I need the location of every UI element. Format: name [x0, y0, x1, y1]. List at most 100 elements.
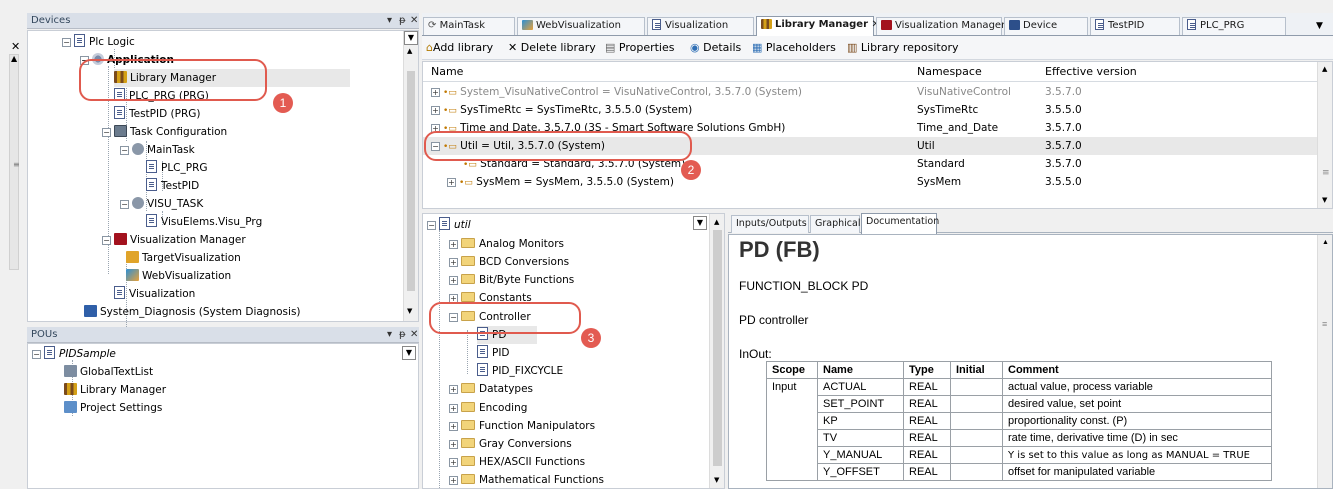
- expand-icon[interactable]: +: [449, 276, 458, 285]
- tree-node-maintask[interactable]: − MainTask: [120, 141, 195, 159]
- tree-node-globaltextlist[interactable]: GlobalTextList: [64, 363, 153, 381]
- scroll-thumb[interactable]: [713, 230, 722, 466]
- tab-device[interactable]: Device: [1004, 17, 1088, 35]
- add-library-button[interactable]: ⌂Add library: [426, 36, 493, 60]
- side-splitter-grip[interactable]: ≡: [13, 160, 20, 169]
- tab-documentation[interactable]: Documentation: [861, 213, 939, 234]
- tab-library-manager[interactable]: Library Manager ✕: [756, 16, 880, 36]
- doc-section-inout: InOut:: [739, 347, 772, 361]
- scroll-up-icon[interactable]: ▲: [714, 218, 719, 226]
- scroll-up-icon[interactable]: ▲: [1322, 65, 1327, 73]
- expand-icon[interactable]: +: [449, 404, 458, 413]
- tree-node-pid-fixcycle[interactable]: PID_FIXCYCLE: [477, 362, 563, 380]
- table-row[interactable]: + •▭ System_VisuNativeControl = VisuNativ…: [423, 83, 1317, 101]
- tab-plc-prg[interactable]: PLC_PRG: [1182, 17, 1286, 35]
- library-repository-button[interactable]: ▥ Library repository: [847, 36, 958, 60]
- col-header-version[interactable]: Effective version: [1045, 62, 1137, 82]
- tree-node-hex-ascii-functions[interactable]: + HEX/ASCII Functions: [449, 453, 585, 471]
- tree-node-datatypes[interactable]: + Datatypes: [449, 380, 533, 398]
- expand-icon[interactable]: +: [449, 422, 458, 431]
- tab-list-dropdown-icon[interactable]: ▼: [1316, 21, 1323, 31]
- tree-node-pou-library-manager[interactable]: Library Manager: [64, 381, 166, 399]
- pane-menu-icon[interactable]: ▾: [387, 13, 392, 28]
- scroll-thumb[interactable]: [407, 71, 415, 291]
- tree-node-pid[interactable]: PID: [477, 344, 510, 362]
- side-scroll-up-icon[interactable]: ▲: [11, 54, 17, 63]
- library-table-scrollbar[interactable]: ▲ ≡ ▼: [1317, 62, 1332, 208]
- tree-node-visuelems[interactable]: VisuElems.Visu_Prg: [146, 213, 262, 231]
- tree-node-visualization[interactable]: Visualization: [114, 285, 195, 303]
- table-row[interactable]: + •▭ SysTimeRtc = SysTimeRtc, 3.5.5.0 (Sy…: [423, 101, 1317, 119]
- side-close-icon[interactable]: ✕: [11, 40, 20, 53]
- tab-visualization-manager[interactable]: Visualization Manager: [876, 17, 1005, 35]
- expand-icon[interactable]: +: [449, 385, 458, 394]
- tree-node-util-root[interactable]: − util: [427, 216, 471, 234]
- tree-node-maintask-plc-prg[interactable]: PLC_PRG: [146, 159, 208, 177]
- tree-node-visu-task[interactable]: − VISU_TASK: [120, 195, 203, 213]
- close-icon[interactable]: ✕: [410, 13, 418, 28]
- tree-node-maintask-testpid[interactable]: TestPID: [146, 177, 199, 195]
- scroll-grip-icon[interactable]: ≡: [1322, 168, 1330, 178]
- tree-node-encoding[interactable]: + Encoding: [449, 399, 527, 417]
- collapse-icon[interactable]: −: [32, 350, 41, 359]
- tree-node-analog-monitors[interactable]: + Analog Monitors: [449, 235, 564, 253]
- util-scrollbar[interactable]: ▲ ▼: [709, 214, 724, 488]
- pin-icon[interactable]: ᵽ: [399, 327, 406, 342]
- expand-icon[interactable]: +: [431, 106, 440, 115]
- expand-icon[interactable]: +: [449, 476, 458, 485]
- properties-button[interactable]: ▤ Properties: [605, 36, 674, 60]
- tab-graphical[interactable]: Graphical: [810, 215, 860, 233]
- scroll-down-icon[interactable]: ▼: [407, 307, 412, 315]
- tree-node-project-settings[interactable]: Project Settings: [64, 399, 162, 417]
- pin-icon[interactable]: ᵽ: [399, 13, 406, 28]
- scroll-down-icon[interactable]: ▼: [714, 476, 719, 484]
- tree-node-system-diagnosis[interactable]: System_Diagnosis (System Diagnosis): [84, 303, 301, 321]
- scroll-up-icon[interactable]: ▲: [1322, 239, 1329, 246]
- tree-node-mathematical-functions[interactable]: + Mathematical Functions: [449, 471, 604, 489]
- col-header-namespace[interactable]: Namespace: [917, 62, 982, 82]
- expand-icon[interactable]: +: [449, 458, 458, 467]
- tree-node-bit-byte-functions[interactable]: + Bit/Byte Functions: [449, 271, 574, 289]
- collapse-icon[interactable]: −: [120, 146, 129, 155]
- expand-icon[interactable]: +: [449, 440, 458, 449]
- tree-node-targetvisualization[interactable]: TargetVisualization: [126, 249, 241, 267]
- expand-icon[interactable]: +: [449, 258, 458, 267]
- collapse-icon[interactable]: −: [427, 221, 436, 230]
- close-icon[interactable]: ✕: [410, 327, 418, 342]
- tree-node-pidsample[interactable]: − PIDSample: [32, 345, 116, 363]
- scroll-down-icon[interactable]: ▼: [1322, 196, 1327, 204]
- scroll-grip-icon[interactable]: ≡: [1322, 319, 1327, 329]
- tree-node-task-configuration[interactable]: − Task Configuration: [102, 123, 227, 141]
- placeholders-button[interactable]: ▦ Placeholders: [752, 36, 836, 60]
- devices-scrollbar[interactable]: ▼ ▲ ▼: [403, 31, 418, 321]
- table-row[interactable]: + •▭ SysMem = SysMem, 3.5.5.0 (System) Sy…: [423, 173, 1317, 191]
- details-button[interactable]: ◉ Details: [690, 36, 741, 60]
- scroll-down-button[interactable]: ▼: [404, 31, 418, 45]
- tree-node-testpid[interactable]: TestPID (PRG): [114, 105, 201, 123]
- tab-testpid[interactable]: TestPID: [1090, 17, 1180, 35]
- tree-node-gray-conversions[interactable]: + Gray Conversions: [449, 435, 572, 453]
- util-dropdown-button[interactable]: ▼: [693, 216, 707, 230]
- tab-webvisualization[interactable]: WebVisualization: [517, 17, 645, 35]
- collapse-icon[interactable]: −: [102, 128, 111, 137]
- col-header-name[interactable]: Name: [431, 62, 463, 82]
- scroll-up-icon[interactable]: ▲: [407, 47, 412, 55]
- delete-library-button[interactable]: ✕ Delete library: [508, 36, 596, 60]
- pane-menu-icon[interactable]: ▾: [387, 327, 392, 342]
- tab-maintask[interactable]: ⟳ MainTask: [423, 17, 515, 35]
- collapse-icon[interactable]: −: [62, 38, 71, 47]
- tab-visualization[interactable]: Visualization: [647, 17, 754, 35]
- tab-inputs-outputs[interactable]: Inputs/Outputs: [731, 215, 809, 233]
- expand-icon[interactable]: +: [431, 88, 440, 97]
- collapse-icon[interactable]: −: [102, 236, 111, 245]
- documentation-scrollbar[interactable]: ▲ ≡: [1317, 235, 1332, 488]
- tree-node-function-manipulators[interactable]: + Function Manipulators: [449, 417, 595, 435]
- tree-node-bcd-conversions[interactable]: + BCD Conversions: [449, 253, 569, 271]
- tree-node-plc-logic[interactable]: − Plc Logic: [62, 33, 135, 51]
- tree-node-webvisualization[interactable]: WebVisualization: [126, 267, 231, 285]
- collapse-icon[interactable]: −: [120, 200, 129, 209]
- expand-icon[interactable]: +: [447, 178, 456, 187]
- tree-node-visualization-manager[interactable]: − Visualization Manager: [102, 231, 246, 249]
- expand-icon[interactable]: +: [449, 240, 458, 249]
- pous-dropdown-button[interactable]: ▼: [402, 346, 416, 360]
